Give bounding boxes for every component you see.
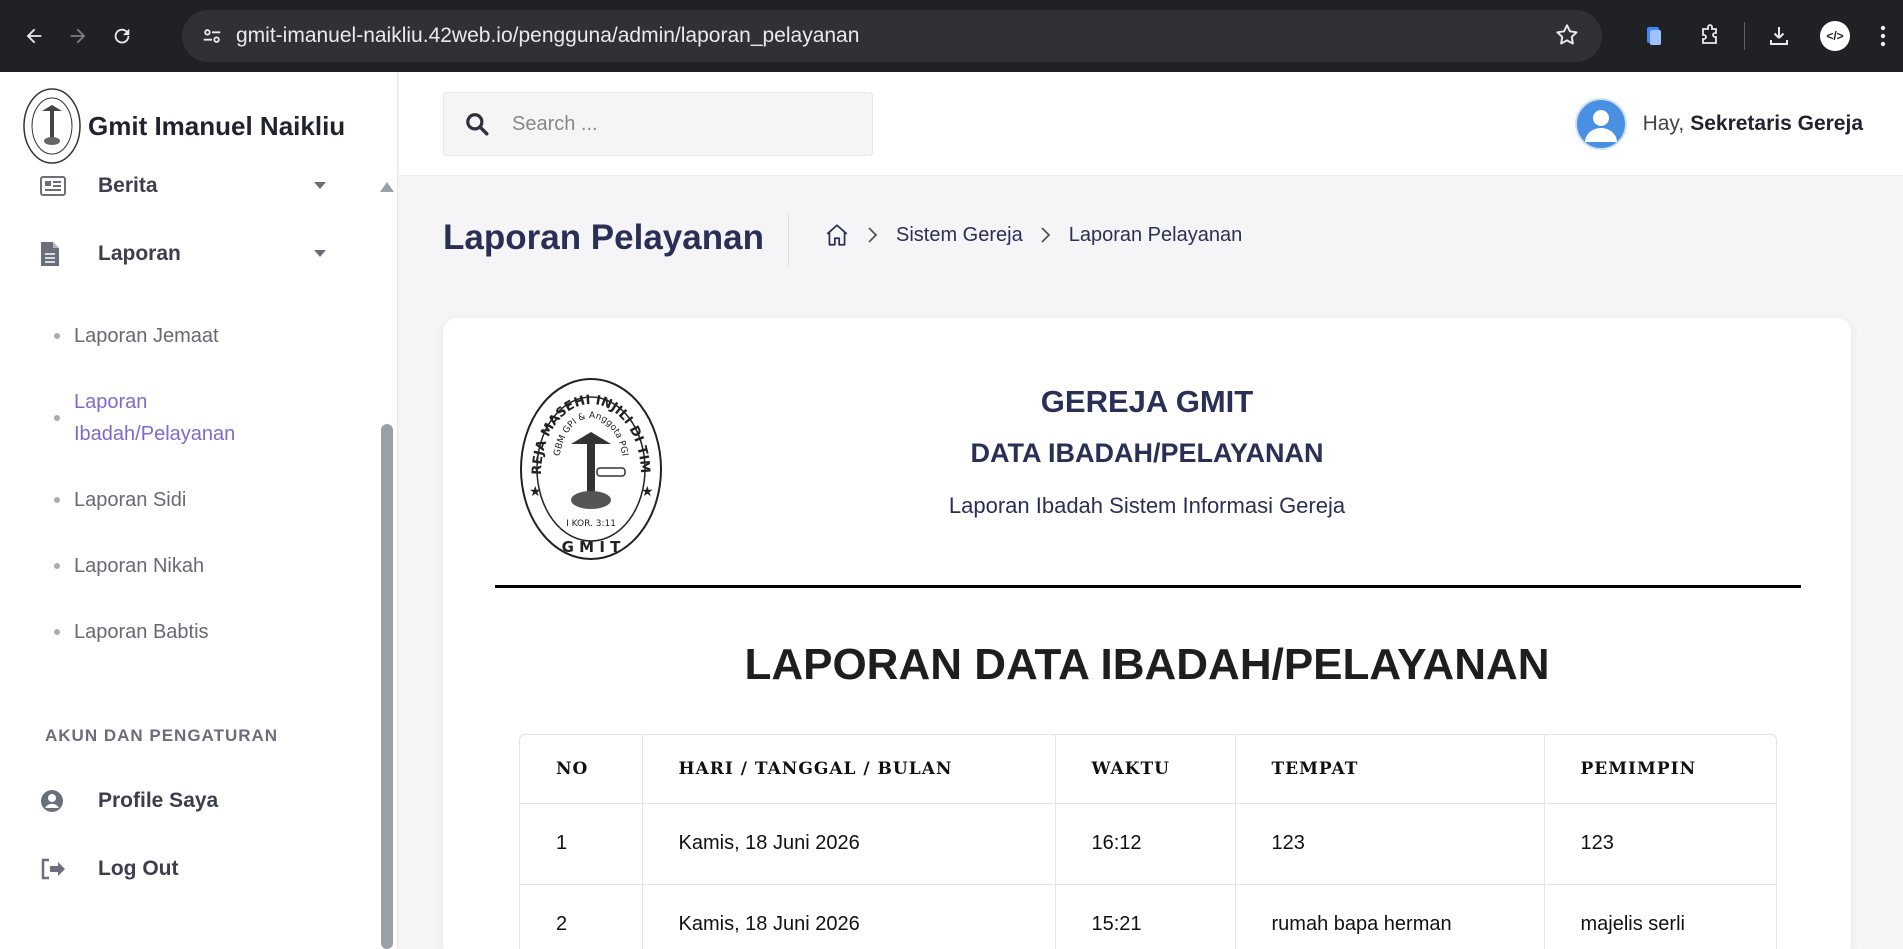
breadcrumb-item-current: Laporan Pelayanan	[1068, 223, 1243, 246]
breadcrumb-item-sistem-gereja[interactable]: Sistem Gereja	[896, 224, 1023, 247]
report-card: GEREJA MASEHI INJILI DI TIMOR GBM GPI & …	[443, 318, 1851, 949]
cell-leader: 123	[1544, 803, 1776, 885]
search-box[interactable]	[443, 92, 873, 156]
caret-down-icon	[314, 245, 326, 263]
sidebar-item-label: Berita	[98, 174, 158, 197]
bullet-dot	[54, 563, 60, 569]
report-subheading: Laporan Ibadah Sistem Informasi Gereja	[948, 493, 1346, 518]
cell-no: 1	[520, 803, 643, 885]
newspaper-icon	[40, 176, 70, 196]
bookmark-star-icon[interactable]	[1554, 22, 1580, 53]
column-header-leader: PEMIMPIN	[1544, 735, 1776, 804]
brand-name: Gmit Imanuel Naikliu	[88, 110, 346, 141]
report-heading-church: GEREJA GMIT	[1040, 384, 1254, 419]
table-header-row: NO HARI / TANGGAL / BULAN WAKTU TEMPAT P…	[520, 735, 1776, 804]
bullet-dot	[54, 415, 60, 421]
cell-leader: majelis serli	[1544, 884, 1776, 949]
gmit-logo	[23, 88, 81, 164]
bullet-dot	[54, 333, 60, 339]
sidebar: Gmit Imanuel Naikliu Berita Laporan Lapo…	[0, 72, 398, 949]
column-header-date: HARI / TANGGAL / BULAN	[642, 735, 1056, 804]
report-heading-data: DATA IBADAH/PELAYANAN	[970, 438, 1324, 468]
arrow-right-icon	[70, 28, 86, 44]
submenu-laporan-sidi[interactable]: Laporan Sidi	[54, 484, 186, 516]
profile-avatar: </>	[1820, 21, 1850, 51]
page-title: Laporan Pelayanan	[443, 218, 764, 257]
column-header-time: WAKTU	[1055, 735, 1236, 804]
sidebar-item-logout[interactable]: Log Out	[40, 849, 340, 889]
sidebar-scroll-up-arrow[interactable]	[380, 182, 394, 192]
search-input[interactable]	[512, 112, 842, 136]
submenu-laporan-jemaat[interactable]: Laporan Jemaat	[54, 320, 219, 352]
user-menu[interactable]: Hay, Sekretaris Gereja	[1574, 98, 1863, 150]
cell-date: Kamis, 18 Juni 2026	[642, 884, 1056, 949]
cell-place: 123	[1235, 803, 1545, 885]
cell-time: 15:21	[1055, 884, 1236, 949]
submenu-label: Laporan Babtis	[74, 621, 209, 643]
greeting-text: Hay,	[1642, 112, 1685, 135]
file-icon	[40, 241, 70, 267]
home-icon[interactable]	[824, 222, 850, 248]
search-icon	[464, 111, 490, 137]
report-title: LAPORAN DATA IBADAH/PELAYANAN	[744, 640, 1550, 689]
submenu-laporan-babtis[interactable]: Laporan Babtis	[54, 616, 209, 648]
table-row: 2 Kamis, 18 Juni 2026 15:21 rumah bapa h…	[520, 884, 1776, 949]
brand[interactable]: Gmit Imanuel Naikliu	[22, 86, 345, 166]
browser-toolbar: gmit-imanuel-naikliu.42web.io/pengguna/a…	[0, 0, 1903, 72]
cell-date: Kamis, 18 Juni 2026	[642, 803, 1056, 885]
extension-docs-icon[interactable]	[1626, 8, 1682, 64]
submenu-label: Laporan Sidi	[74, 489, 187, 511]
logo-bottom-text: G M I T	[562, 538, 621, 556]
sidebar-scrollbar-thumb[interactable]	[381, 424, 393, 949]
logo-verse: I KOR. 3:11	[566, 519, 616, 529]
title-divider	[788, 214, 789, 266]
user-icon	[1584, 110, 1617, 142]
cell-place: rumah bapa herman	[1235, 884, 1545, 949]
bullet-dot	[54, 629, 60, 635]
user-name: Sekretaris Gereja	[1690, 112, 1863, 135]
sidebar-item-laporan[interactable]: Laporan	[40, 234, 340, 274]
profile-button[interactable]: </>	[1807, 8, 1863, 64]
sidebar-item-berita[interactable]: Berita	[40, 166, 340, 206]
submenu-label: Laporan Nikah	[74, 555, 205, 577]
submenu-laporan-ibadah[interactable]: Laporan Ibadah/Pelayanan	[54, 386, 274, 450]
toolbar-separator	[1744, 22, 1745, 50]
submenu-label: Laporan Jemaat	[74, 325, 219, 347]
avatar	[1574, 98, 1627, 150]
report-table: NO HARI / TANGGAL / BULAN WAKTU TEMPAT P…	[519, 734, 1777, 949]
chevron-right-icon	[1041, 227, 1051, 243]
column-header-place: TEMPAT	[1235, 735, 1545, 804]
forward-button[interactable]	[58, 16, 98, 56]
section-title-akun: AKUN DAN PENGATURAN	[45, 726, 279, 745]
extensions-puzzle-icon[interactable]	[1682, 8, 1738, 64]
chevron-right-icon	[868, 227, 878, 243]
address-bar[interactable]: gmit-imanuel-naikliu.42web.io/pengguna/a…	[182, 10, 1602, 62]
arrow-left-icon	[26, 28, 42, 44]
reload-icon	[114, 28, 130, 44]
user-circle-icon	[40, 789, 70, 813]
sidebar-item-profile[interactable]: Profile Saya	[40, 781, 340, 821]
url-text: gmit-imanuel-naikliu.42web.io/pengguna/a…	[236, 24, 860, 47]
cell-no: 2	[520, 884, 643, 949]
sidebar-item-label: Log Out	[98, 857, 179, 880]
site-settings-icon[interactable]	[198, 22, 226, 50]
sidebar-item-label: Profile Saya	[98, 789, 219, 812]
breadcrumb: Sistem Gereja Laporan Pelayanan	[824, 222, 1242, 248]
top-header: Hay, Sekretaris Gereja	[399, 72, 1903, 176]
logout-icon	[40, 858, 70, 880]
bullet-dot	[54, 497, 60, 503]
download-icon[interactable]	[1751, 8, 1807, 64]
more-menu-icon[interactable]	[1863, 8, 1903, 64]
sidebar-item-label: Laporan	[98, 242, 181, 265]
table-row: 1 Kamis, 18 Juni 2026 16:12 123 123	[520, 803, 1776, 885]
cell-time: 16:12	[1055, 803, 1236, 885]
back-button[interactable]	[14, 16, 54, 56]
submenu-laporan-nikah[interactable]: Laporan Nikah	[54, 550, 204, 582]
reload-button[interactable]	[102, 16, 142, 56]
caret-down-icon	[314, 177, 326, 195]
report-divider	[495, 585, 1801, 588]
column-header-no: NO	[520, 735, 643, 804]
submenu-label: Laporan Ibadah/Pelayanan	[74, 391, 236, 445]
